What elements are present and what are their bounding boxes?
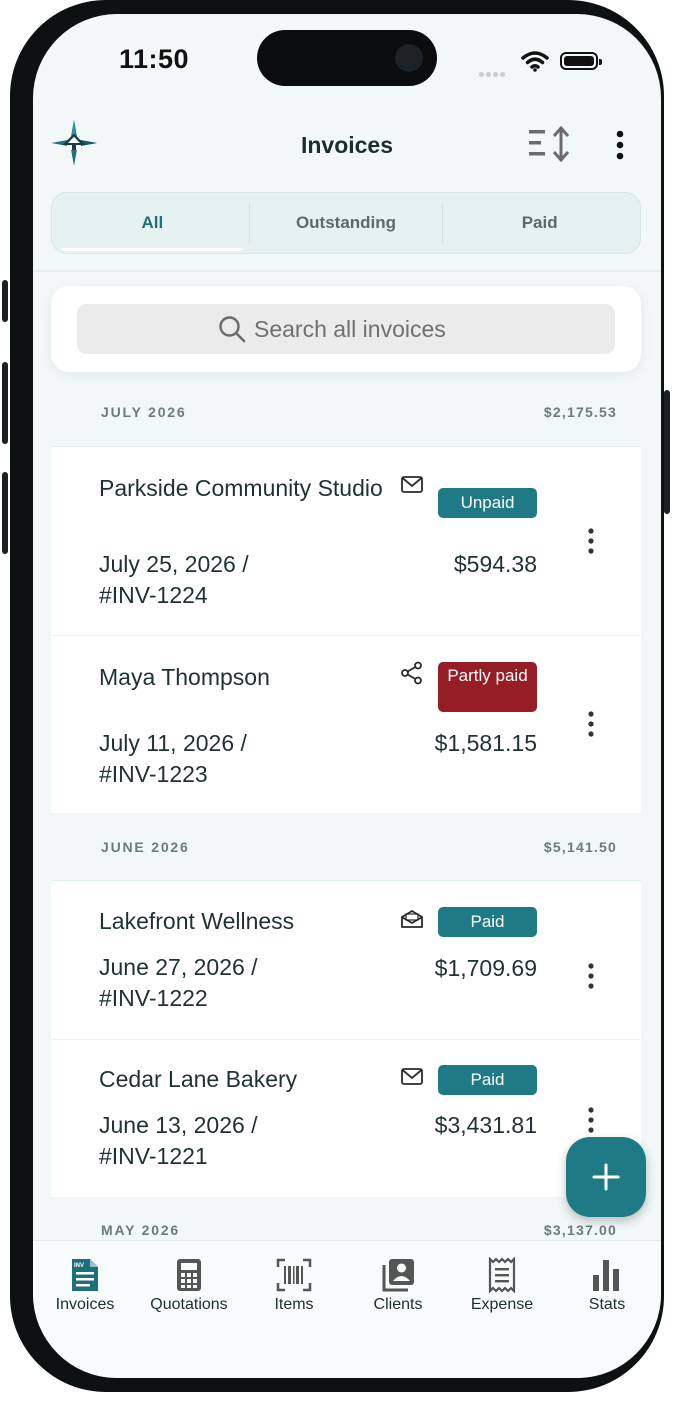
volume-up-button <box>2 362 8 444</box>
dynamic-island <box>257 30 437 86</box>
volume-down-button <box>2 472 8 554</box>
client-name: Cedar Lane Bakery <box>99 1066 298 1092</box>
phone-frame: 11:50 Invoices All Outstanding Paid Sear… <box>2 0 670 1392</box>
tab-paid[interactable]: Paid <box>443 193 636 253</box>
client-name: Lakefront Wellness <box>99 908 295 934</box>
invoice-date: July 11, 2026 / <box>99 730 247 756</box>
tab-label: All <box>141 213 164 232</box>
section-month: JUNE 2026 <box>101 839 190 855</box>
invoice-row[interactable]: Maya Thompson Partly paid July 11, 2026 … <box>51 636 641 813</box>
tab-outstanding[interactable]: Outstanding <box>250 193 443 253</box>
plus-icon <box>592 1163 620 1191</box>
receipt-icon <box>488 1257 516 1293</box>
nav-label: Clients <box>373 1296 423 1313</box>
screen: 11:50 Invoices All Outstanding Paid Sear… <box>33 14 661 1378</box>
section-header-july: JULY 2026 $2,175.53 <box>51 404 641 434</box>
invoice-number: #INV-1222 <box>99 985 208 1011</box>
invoice-amount: $1,709.69 <box>434 955 537 981</box>
section-total: $3,137.00 <box>543 1222 617 1238</box>
wifi-icon <box>521 51 549 72</box>
invoice-group-july: Parkside Community Studio Unpaid July 25… <box>51 446 641 813</box>
nav-label: Stats <box>588 1296 626 1313</box>
envelope-open-icon <box>401 909 423 928</box>
envelope-icon <box>401 1068 423 1085</box>
tab-all[interactable]: All <box>56 193 249 253</box>
nav-expense[interactable]: Expense <box>450 1257 554 1314</box>
search-box[interactable] <box>77 304 615 354</box>
invoice-row[interactable]: Lakefront Wellness Paid June 27, 2026 / … <box>51 881 641 1039</box>
invoice-row[interactable]: Parkside Community Studio Unpaid July 25… <box>51 447 641 635</box>
filter-tabs: All Outstanding Paid <box>51 192 641 254</box>
status-badge: Paid <box>438 1065 537 1095</box>
camera <box>395 44 423 72</box>
status-badge: Unpaid <box>438 488 537 518</box>
nav-stats[interactable]: Stats <box>555 1257 659 1314</box>
nav-clients[interactable]: Clients <box>346 1257 450 1314</box>
invoice-number: #INV-1223 <box>99 761 208 787</box>
section-total: $5,141.50 <box>543 839 617 855</box>
invoice-amount: $3,431.81 <box>434 1112 537 1138</box>
status-badge: Paid <box>438 907 537 937</box>
search-icon <box>219 316 246 343</box>
search-card <box>51 286 641 372</box>
invoice-date: July 25, 2026 / <box>99 551 249 577</box>
invoice-amount: $594.38 <box>453 551 537 577</box>
calculator-icon <box>177 1259 201 1291</box>
svg-text:INV: INV <box>74 1263 84 1269</box>
row-more-icon[interactable] <box>581 526 601 556</box>
status-bar: 11:50 <box>33 14 661 94</box>
envelope-icon <box>401 476 423 493</box>
client-name: Maya Thompson <box>99 664 270 690</box>
nav-label: Quotations <box>150 1296 228 1313</box>
add-invoice-button[interactable] <box>566 1137 646 1217</box>
section-header-june: JUNE 2026 $5,141.50 <box>51 839 641 869</box>
power-button <box>664 390 670 514</box>
battery-icon <box>560 52 602 70</box>
search-input[interactable] <box>254 315 474 343</box>
bar-chart-icon <box>593 1260 619 1291</box>
cellular-signal-icon <box>479 64 507 82</box>
divider <box>33 270 661 272</box>
invoice-amount: $1,581.15 <box>434 730 537 756</box>
status-time: 11:50 <box>119 44 190 74</box>
invoice-date: June 13, 2026 / <box>99 1112 258 1138</box>
invoice-date: June 27, 2026 / <box>99 954 258 980</box>
nav-items[interactable]: Items <box>242 1257 346 1314</box>
section-total: $2,175.53 <box>543 404 617 420</box>
invoice-group-june: Lakefront Wellness Paid June 27, 2026 / … <box>51 880 641 1197</box>
section-month: MAY 2026 <box>101 1222 181 1238</box>
more-vertical-icon[interactable] <box>613 130 627 162</box>
row-more-icon[interactable] <box>581 961 601 991</box>
app-bar: Invoices <box>33 94 661 194</box>
nav-invoices[interactable]: INV Invoices <box>33 1257 137 1314</box>
invoice-doc-icon: INV <box>72 1259 98 1291</box>
section-month: JULY 2026 <box>101 404 187 420</box>
action-button <box>2 280 8 322</box>
nav-label: Invoices <box>55 1296 115 1313</box>
bottom-nav: INV Invoices Quotations Items Clients Ex… <box>33 1240 661 1378</box>
invoice-number: #INV-1221 <box>99 1143 208 1169</box>
tab-label: Outstanding <box>295 213 397 232</box>
sort-icon[interactable] <box>527 124 573 164</box>
invoice-row[interactable]: Cedar Lane Bakery Paid June 13, 2026 / #… <box>51 1040 641 1197</box>
row-more-icon[interactable] <box>581 1105 601 1135</box>
nav-quotations[interactable]: Quotations <box>137 1257 241 1314</box>
barcode-icon <box>276 1258 312 1292</box>
invoice-number: #INV-1224 <box>99 582 208 608</box>
status-badge: Partly paid <box>438 662 537 712</box>
nav-label: Items <box>274 1296 314 1313</box>
tab-label: Paid <box>521 213 558 232</box>
row-more-icon[interactable] <box>581 709 601 739</box>
contacts-icon <box>382 1259 414 1292</box>
nav-label: Expense <box>470 1296 534 1313</box>
share-icon <box>401 661 422 685</box>
client-name: Parkside Community Studio <box>99 475 383 501</box>
